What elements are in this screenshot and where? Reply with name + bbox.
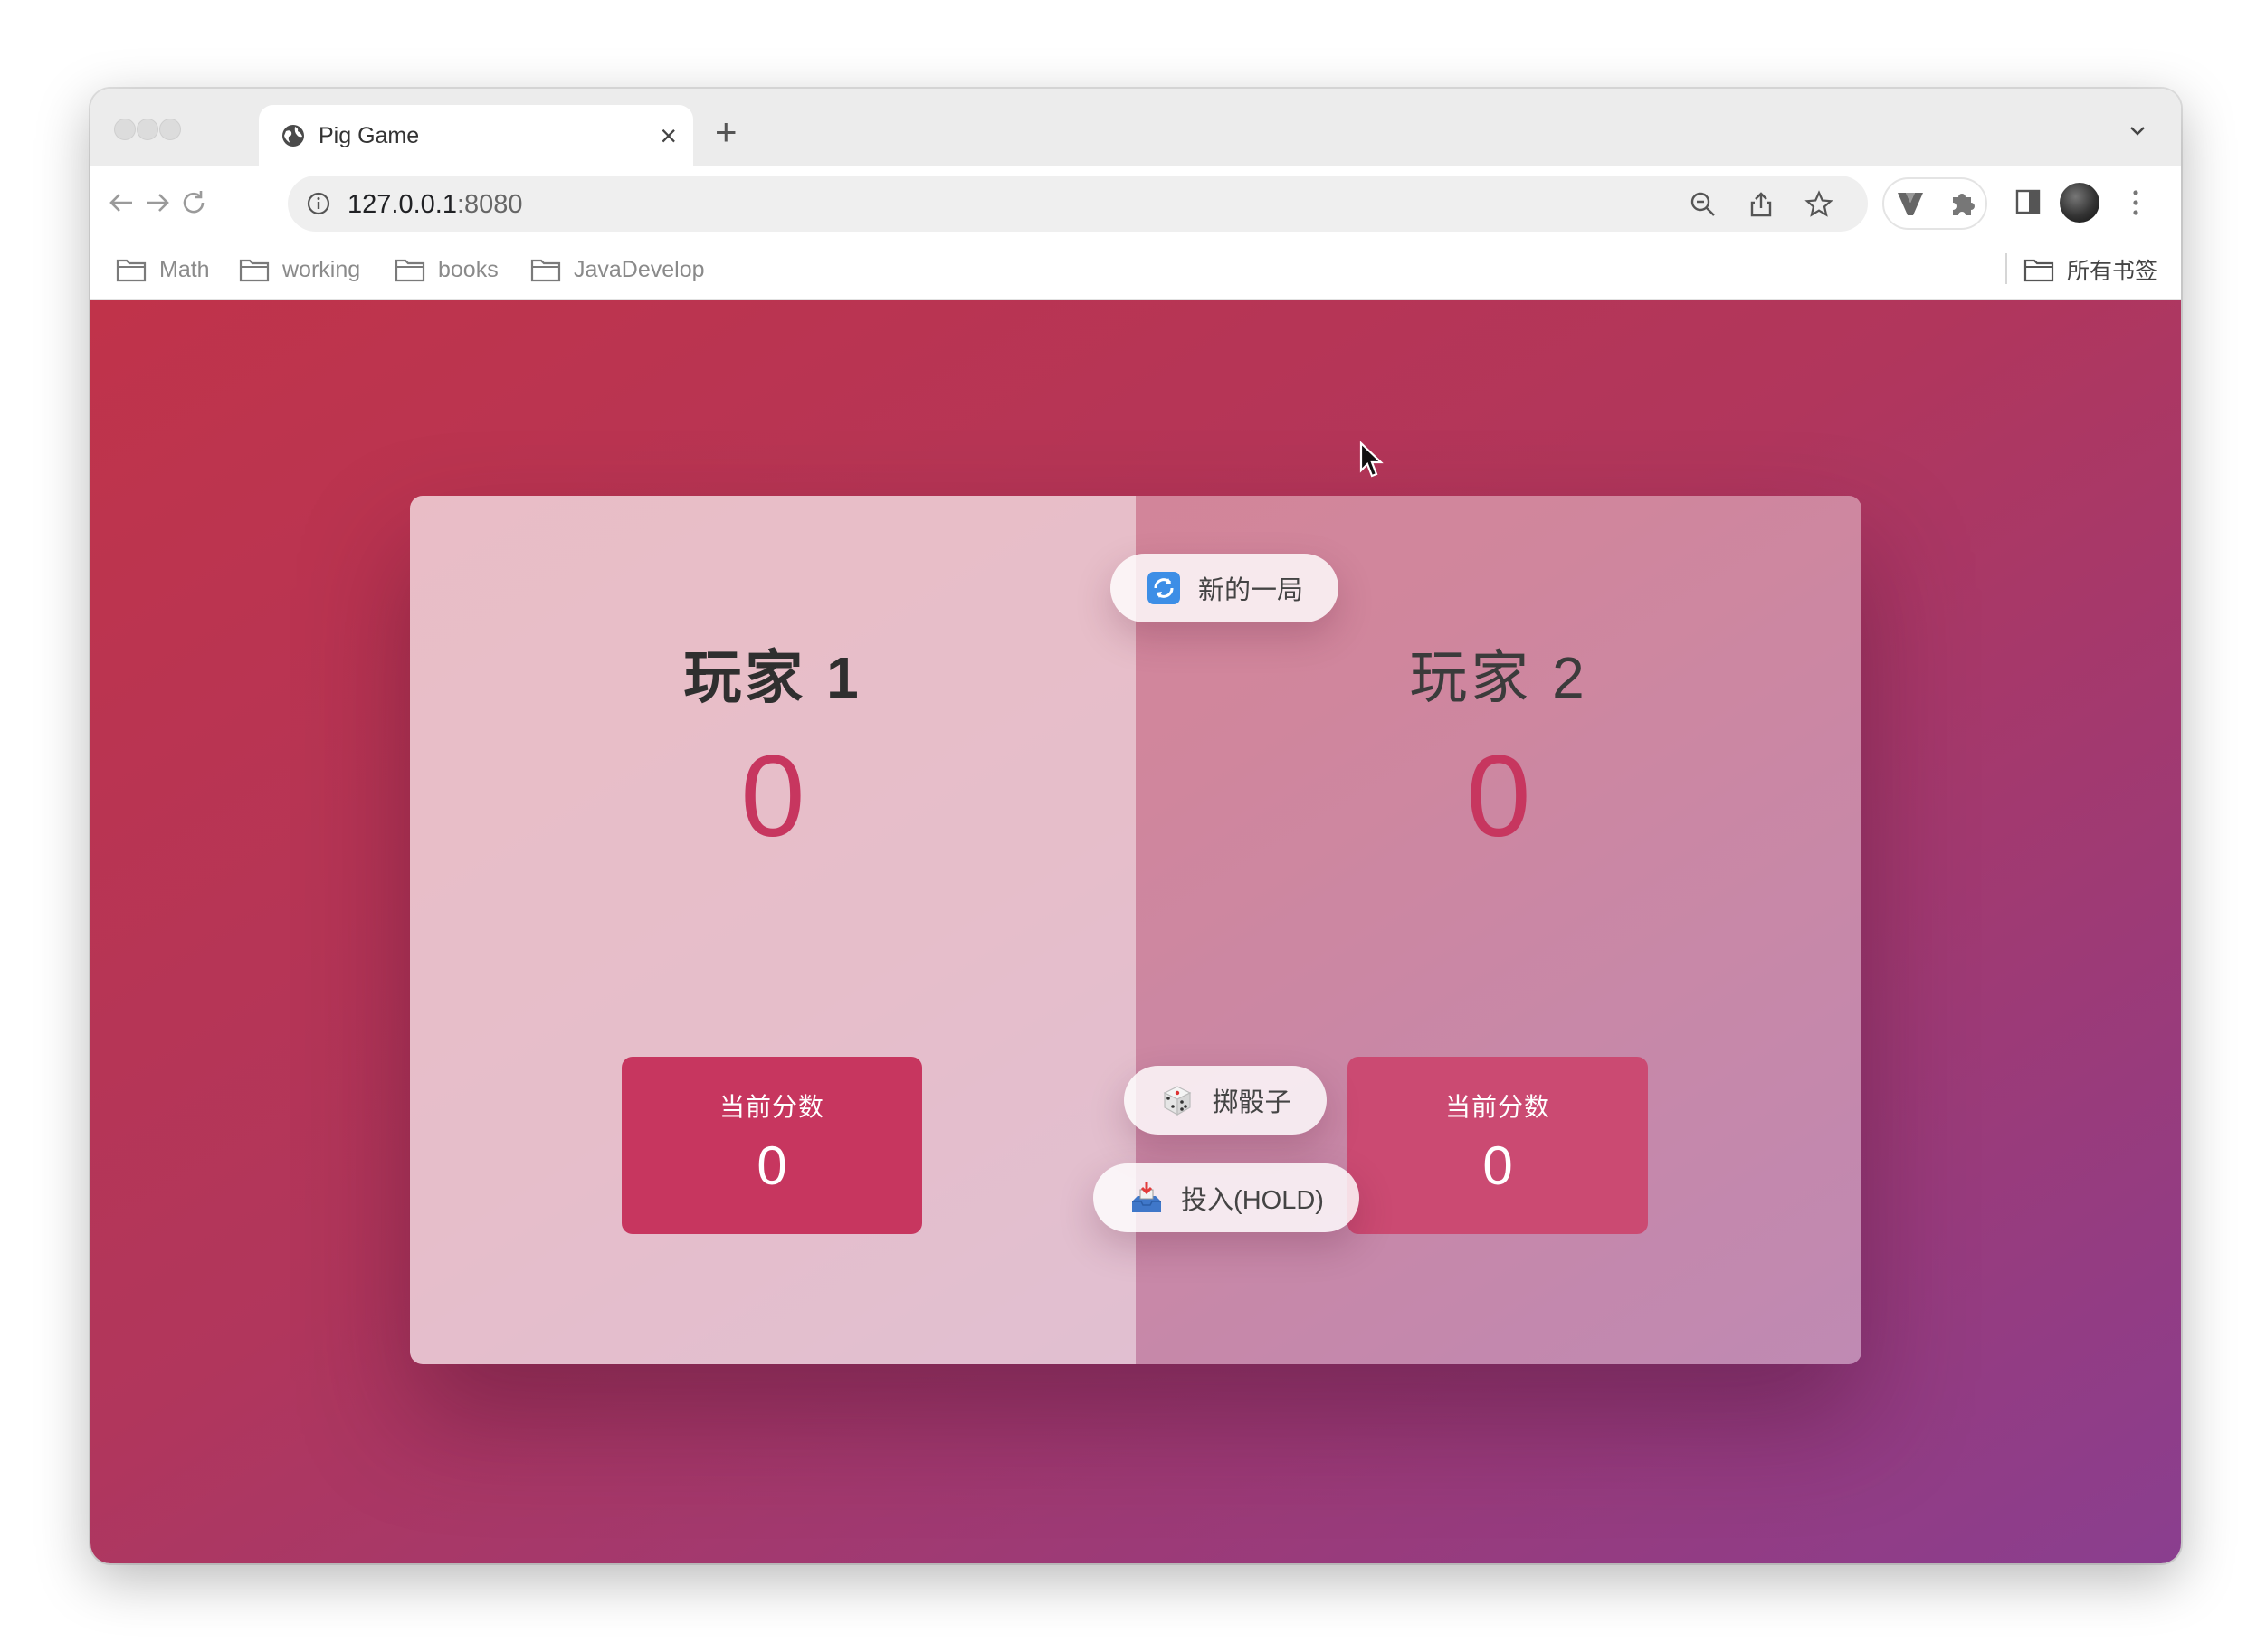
site-info-icon[interactable]	[306, 191, 331, 216]
player-name: 玩家 1	[683, 645, 862, 710]
bookmark-label: Math	[159, 256, 210, 282]
window-close-control[interactable]	[114, 119, 136, 140]
refresh-emoji-icon	[1147, 572, 1180, 604]
bookmark-javadevelop[interactable]: JavaDevelop	[530, 252, 705, 288]
player-name: 玩家 2	[1409, 645, 1588, 710]
window-zoom-control[interactable]	[159, 119, 181, 140]
share-icon[interactable]	[1747, 190, 1776, 219]
inbox-emoji-icon	[1132, 1182, 1162, 1212]
sidepanel-icon[interactable]	[2013, 186, 2043, 217]
bookmark-label: working	[282, 256, 361, 282]
url-port: :8080	[456, 190, 523, 219]
roll-dice-label: 掷骰子	[1212, 1088, 1291, 1117]
player-total-score: 0	[740, 732, 805, 861]
puzzle-icon[interactable]	[1947, 188, 1978, 219]
bookmark-books[interactable]: books	[395, 252, 499, 288]
player-1-panel: 玩家 1 0 当前分数 0	[410, 496, 1136, 1364]
roll-dice-button[interactable]: 掷骰子	[1124, 1066, 1327, 1135]
current-score-label: 当前分数	[1444, 1093, 1550, 1121]
folder-icon	[530, 259, 561, 282]
url-text[interactable]: 127.0.0.1:8080	[348, 190, 523, 220]
back-icon[interactable]	[105, 186, 138, 219]
mouse-cursor-icon	[1359, 441, 1384, 478]
hold-button[interactable]: 投入(HOLD)	[1093, 1163, 1359, 1232]
dice-emoji-icon	[1164, 1086, 1192, 1116]
reload-icon[interactable]	[177, 186, 210, 219]
tab-search-chevron-icon[interactable]	[2127, 119, 2148, 141]
current-score-value: 0	[1482, 1135, 1513, 1196]
star-icon[interactable]	[1804, 190, 1833, 219]
current-score-label: 当前分数	[719, 1093, 824, 1121]
bookmarks-separator	[2005, 253, 2007, 284]
profile-avatar[interactable]	[2060, 183, 2099, 223]
current-score-box: 当前分数 0	[622, 1057, 922, 1234]
tab-pig-game[interactable]: Pig Game ×	[259, 105, 693, 166]
extension-v-icon[interactable]	[1895, 188, 1926, 219]
current-score-box: 当前分数 0	[1347, 1057, 1648, 1234]
current-score-value: 0	[757, 1135, 787, 1196]
bookmark-working[interactable]: working	[239, 252, 360, 288]
new-tab-button[interactable]: +	[715, 113, 738, 151]
page-content: 玩家 1 0 当前分数 0 玩家 2 0 当前分数 0 新的一局 掷骰子 投入(…	[90, 300, 2181, 1563]
extensions-pill	[1882, 177, 1987, 230]
folder-icon	[395, 259, 425, 282]
forward-icon[interactable]	[141, 186, 174, 219]
globe-icon	[282, 125, 304, 147]
browser-toolbar: 127.0.0.1:8080	[90, 166, 2181, 239]
kebab-icon[interactable]	[2130, 188, 2141, 217]
bookmark-label: books	[438, 256, 499, 282]
player-2-panel: 玩家 2 0 当前分数 0	[1136, 496, 1861, 1364]
player-total-score: 0	[1466, 732, 1531, 861]
hold-label: 投入(HOLD)	[1181, 1186, 1324, 1215]
all-bookmarks[interactable]: 所有书签	[2023, 252, 2157, 288]
address-bar[interactable]: 127.0.0.1:8080	[288, 176, 1868, 232]
new-game-label: 新的一局	[1197, 576, 1303, 605]
url-host: 127.0.0.1	[348, 190, 457, 219]
folder-icon	[2023, 259, 2054, 282]
bookmarks-bar: Math working books JavaDevelop 所有书签	[90, 239, 2181, 300]
tab-title: Pig Game	[319, 123, 420, 148]
zoom-icon[interactable]	[1689, 190, 1718, 219]
browser-window: Pig Game × + 127.0.0.1:8080 Math working…	[90, 89, 2181, 1563]
new-game-button[interactable]: 新的一局	[1110, 554, 1338, 622]
tab-strip: Pig Game × +	[90, 89, 2181, 166]
window-minimize-control[interactable]	[137, 119, 158, 140]
folder-icon	[116, 259, 147, 282]
folder-icon	[239, 259, 270, 282]
game-board: 玩家 1 0 当前分数 0 玩家 2 0 当前分数 0 新的一局 掷骰子 投入(…	[410, 496, 1861, 1364]
tab-close-button[interactable]: ×	[660, 118, 677, 154]
bookmark-math[interactable]: Math	[116, 252, 210, 288]
bookmark-label: JavaDevelop	[574, 256, 705, 282]
all-bookmarks-label: 所有书签	[2067, 259, 2158, 284]
